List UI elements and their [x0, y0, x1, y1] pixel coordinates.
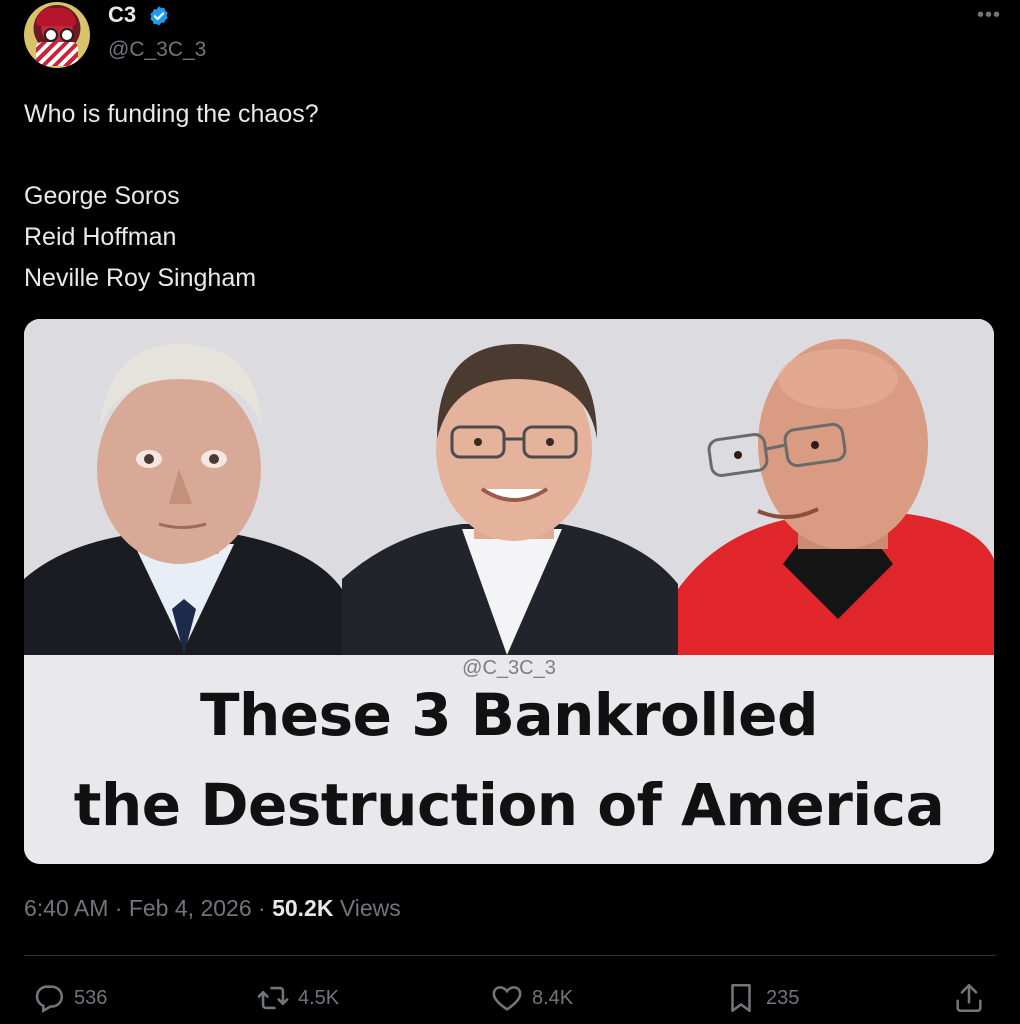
portrait-left	[24, 319, 342, 655]
more-options-icon[interactable]: •••	[974, 2, 1004, 28]
tweet-text: Who is funding the chaos? George Soros R…	[24, 94, 984, 299]
action-bar: 536 4.5K 8.4K 235	[24, 978, 996, 1018]
reply-count: 536	[74, 986, 108, 1009]
tweet-time[interactable]: 6:40 AM	[24, 895, 108, 921]
photo-row	[24, 319, 994, 655]
like-count: 8.4K	[532, 986, 574, 1009]
repost-count: 4.5K	[298, 986, 340, 1009]
display-name[interactable]: C3	[108, 2, 136, 28]
bookmark-count: 235	[766, 986, 800, 1009]
like-button[interactable]: 8.4K	[490, 978, 573, 1018]
tweet-date[interactable]: Feb 4, 2026	[129, 895, 252, 921]
repost-icon	[257, 986, 289, 1010]
tweet-media-image[interactable]: @C_3C_3 These 3 Bankrolled the Destructi…	[24, 319, 994, 864]
bookmark-icon	[731, 983, 751, 1013]
share-button[interactable]	[952, 978, 986, 1018]
tweet-line: Who is funding the chaos?	[24, 100, 319, 128]
meta-separator: ·	[114, 895, 123, 921]
avatar[interactable]	[24, 2, 90, 68]
share-icon	[956, 983, 982, 1013]
image-watermark: @C_3C_3	[462, 657, 556, 679]
image-headline-line1: These 3 Bankrolled	[199, 681, 819, 749]
repost-button[interactable]: 4.5K	[256, 978, 339, 1018]
tweet-line: Neville Roy Singham	[24, 264, 257, 292]
bookmark-button[interactable]: 235	[724, 978, 799, 1018]
views-count[interactable]: 50.2K	[272, 895, 333, 921]
image-headline-line2: the Destruction of America	[73, 771, 945, 839]
heart-icon	[492, 986, 522, 1011]
views-label: Views	[339, 895, 401, 921]
portrait-right	[678, 319, 994, 655]
tweet-line: Reid Hoffman	[24, 223, 177, 251]
reply-icon	[35, 985, 64, 1014]
tweet-line: George Soros	[24, 182, 180, 210]
tweet-meta: 6:40 AM · Feb 4, 2026 · 50.2K Views	[24, 895, 401, 922]
meta-separator: ·	[258, 895, 266, 921]
verified-badge-icon	[150, 6, 168, 26]
portrait-center	[342, 319, 678, 655]
user-handle[interactable]: @C_3C_3	[108, 38, 206, 62]
tweet-header: C3 @C_3C_3 •••	[24, 2, 1004, 72]
divider	[24, 955, 996, 956]
reply-button[interactable]: 536	[32, 978, 107, 1018]
